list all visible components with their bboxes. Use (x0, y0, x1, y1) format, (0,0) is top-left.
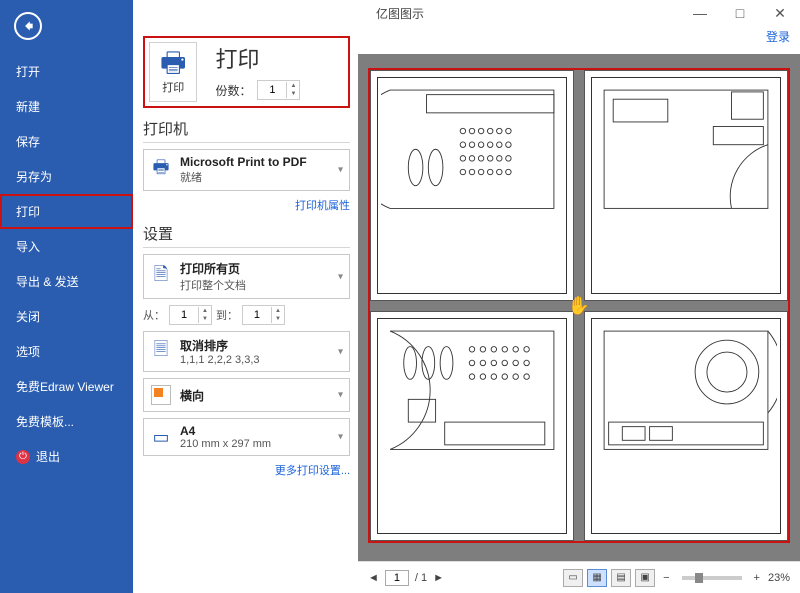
app-title: 亿图图示 (376, 5, 424, 22)
more-settings-link[interactable]: 更多打印设置... (143, 462, 350, 478)
settings-section-title: 设置 (143, 223, 350, 248)
next-page-button[interactable]: ► (433, 572, 444, 584)
preview-page-1[interactable] (370, 70, 574, 301)
collate-icon: 🗏 (150, 341, 172, 363)
pager-bar: ◄ / 1 ► ▭ ▦ ▤ ▣ − + 23% (358, 561, 800, 593)
paper-title: A4 (180, 424, 271, 438)
chevron-down-icon: ▾ (338, 346, 343, 357)
print-header: 🖶 打印 打印 份数： ▲▼ (143, 36, 350, 108)
print-preview-area: ✋ ◄ / 1 ► ▭ ▦ ▤ ▣ − + 23% (358, 54, 800, 593)
zoom-minus-button[interactable]: − (659, 572, 673, 584)
preview-page-3[interactable] (370, 311, 574, 542)
preview-page-4[interactable] (584, 311, 788, 542)
to-spinner[interactable]: ▲▼ (242, 305, 285, 325)
sidebar-item-open[interactable]: 打开 (0, 54, 133, 89)
orientation-icon (150, 384, 172, 406)
from-spinner[interactable]: ▲▼ (169, 305, 212, 325)
chevron-down-icon: ▾ (338, 271, 343, 282)
pages-sub: 打印整个文档 (180, 277, 246, 293)
pages-title: 打印所有页 (180, 260, 246, 277)
copies-input[interactable] (258, 81, 286, 99)
sidebar-item-options[interactable]: 选项 (0, 334, 133, 369)
print-title: 打印 (215, 42, 300, 74)
page-total: / 1 (415, 572, 427, 584)
floorplan-image (381, 322, 563, 459)
printer-name: Microsoft Print to PDF (180, 155, 307, 169)
close-button[interactable]: ✕ (760, 0, 800, 26)
chevron-down-icon: ▾ (338, 165, 343, 176)
print-button[interactable]: 🖶 打印 (149, 42, 197, 102)
to-input[interactable] (243, 306, 271, 324)
pages-icon: 🗎 (150, 266, 172, 288)
floorplan-image (595, 81, 777, 218)
arrow-left-icon (21, 19, 35, 33)
orientation-title: 横向 (180, 387, 204, 404)
sidebar-item-export[interactable]: 导出 & 发送 (0, 264, 133, 299)
preview-page-2[interactable] (584, 70, 788, 301)
zoom-value: 23% (768, 572, 790, 584)
collate-sub: 1,1,1 2,2,2 3,3,3 (180, 354, 260, 366)
exit-label: 退出 (36, 448, 60, 465)
copies-row: 份数： ▲▼ (215, 80, 300, 100)
main-area: 🖶 打印 打印 份数： ▲▼ 打印机 🖶 Microsoft Print to … (133, 26, 800, 593)
paper-select[interactable]: ▭ A4 210 mm x 297 mm ▾ (143, 418, 350, 456)
sidebar-item-templates[interactable]: 免费模板... (0, 404, 133, 439)
sidebar-item-close[interactable]: 关闭 (0, 299, 133, 334)
from-input[interactable] (170, 306, 198, 324)
sidebar-item-print[interactable]: 打印 (0, 194, 133, 229)
copies-label: 份数： (215, 82, 251, 99)
prev-page-button[interactable]: ◄ (368, 572, 379, 584)
printer-icon: 🖶 (160, 49, 186, 77)
printer-status: 就绪 (180, 169, 307, 185)
print-settings-column: 🖶 打印 打印 份数： ▲▼ 打印机 🖶 Microsoft Print to … (133, 26, 358, 593)
paper-sub: 210 mm x 297 mm (180, 438, 271, 450)
chevron-down-icon: ▾ (338, 432, 343, 443)
printer-section-title: 打印机 (143, 118, 350, 143)
page-range-row: 从： ▲▼ 到： ▲▼ (143, 305, 350, 325)
sidebar-item-exit[interactable]: ⏻ 退出 (0, 439, 133, 474)
printer-properties-link[interactable]: 打印机属性 (143, 197, 350, 213)
window-controls: — □ ✕ (680, 0, 800, 26)
exit-icon: ⏻ (16, 450, 30, 464)
to-label: 到： (216, 307, 238, 323)
printer-icon: 🖶 (150, 159, 172, 181)
sidebar-item-viewer[interactable]: 免费Edraw Viewer (0, 369, 133, 404)
back-button[interactable] (14, 12, 42, 40)
zoom-plus-button[interactable]: + (750, 572, 764, 584)
chevron-down-icon: ▾ (338, 390, 343, 401)
copies-spinner[interactable]: ▲▼ (257, 80, 300, 100)
sidebar-item-saveas[interactable]: 另存为 (0, 159, 133, 194)
print-icon-label: 打印 (160, 79, 186, 95)
paper-icon: ▭ (150, 426, 172, 448)
maximize-button[interactable]: □ (720, 0, 760, 26)
floorplan-image (381, 81, 563, 218)
minimize-button[interactable]: — (680, 0, 720, 26)
sidebar-item-import[interactable]: 导入 (0, 229, 133, 264)
zoom-slider[interactable] (682, 576, 742, 580)
printer-select[interactable]: 🖶 Microsoft Print to PDF 就绪 ▾ (143, 149, 350, 191)
page-input[interactable] (385, 570, 409, 586)
view-single-button[interactable]: ▭ (563, 569, 583, 587)
chevron-up-icon[interactable]: ▲ (287, 82, 299, 90)
chevron-down-icon[interactable]: ▼ (287, 90, 299, 98)
sidebar: 打开 新建 保存 另存为 打印 导入 导出 & 发送 关闭 选项 免费Edraw… (0, 0, 133, 593)
preview-pages[interactable]: ✋ (368, 68, 790, 543)
print-pages-select[interactable]: 🗎 打印所有页 打印整个文档 ▾ (143, 254, 350, 299)
sidebar-item-save[interactable]: 保存 (0, 124, 133, 159)
collate-title: 取消排序 (180, 337, 260, 354)
from-label: 从： (143, 307, 165, 323)
view-fit-button[interactable]: ▣ (635, 569, 655, 587)
orientation-select[interactable]: 横向 ▾ (143, 378, 350, 412)
view-multi-button[interactable]: ▦ (587, 569, 607, 587)
view-grid-button[interactable]: ▤ (611, 569, 631, 587)
sidebar-item-new[interactable]: 新建 (0, 89, 133, 124)
floorplan-image (595, 322, 777, 459)
collate-select[interactable]: 🗏 取消排序 1,1,1 2,2,2 3,3,3 ▾ (143, 331, 350, 372)
